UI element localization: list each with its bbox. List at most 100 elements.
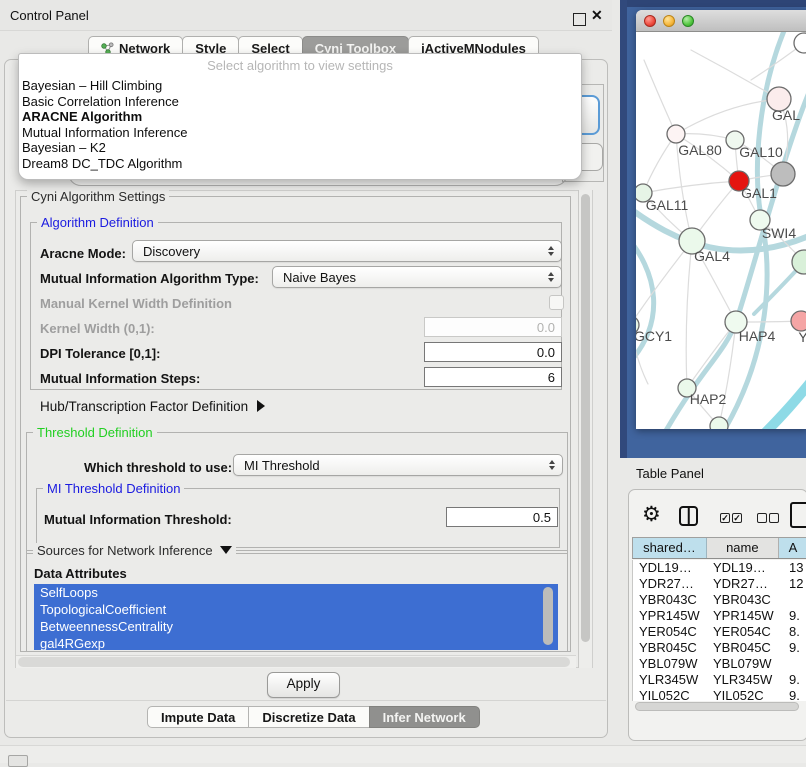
- table-scrollbar-thumb[interactable]: [635, 702, 799, 711]
- horizontal-scrollbar[interactable]: [16, 655, 576, 668]
- close-icon[interactable]: ✕: [591, 7, 603, 24]
- attribute-item-selfloops[interactable]: SelfLoops: [34, 584, 558, 601]
- attribute-item-gal4rgexp[interactable]: gal4RGexp: [34, 635, 558, 650]
- algorithm-list: Bayesian – Hill ClimbingBasic Correlatio…: [19, 78, 581, 171]
- table-cell: 9.: [783, 640, 806, 656]
- export-table-icon[interactable]: [790, 502, 806, 528]
- table-row[interactable]: YDR27…YDR27…12: [633, 576, 806, 592]
- mi-threshold-group-title: MI Threshold Definition: [43, 481, 184, 496]
- column-header-shared-[interactable]: shared…: [633, 538, 707, 558]
- bottom-tab-discretize-data[interactable]: Discretize Data: [248, 706, 369, 728]
- table-row[interactable]: YBR045CYBR045C9.: [633, 640, 806, 656]
- sources-group-title[interactable]: Sources for Network Inference: [33, 543, 236, 558]
- table-cell: 9.: [783, 688, 806, 701]
- bottom-strip: [0, 745, 806, 763]
- panel-dock-button[interactable]: [8, 755, 28, 767]
- close-traffic-light-icon[interactable]: [644, 15, 656, 27]
- deselect-all-checkbox-icon[interactable]: [757, 513, 767, 523]
- mi-steps-field[interactable]: 6: [424, 367, 562, 387]
- table-cell: YBL079W: [633, 656, 709, 672]
- apply-button[interactable]: Apply: [267, 672, 340, 698]
- algorithm-option-mutual-information-inference[interactable]: Mutual Information Inference: [19, 125, 581, 141]
- screen: Control Panel ✕ NetworkStyleSelectCyni T…: [0, 0, 806, 762]
- expand-right-icon: [257, 400, 265, 412]
- table-horizontal-scrollbar[interactable]: [633, 701, 806, 713]
- network-window-titlebar[interactable]: [636, 10, 806, 32]
- table-row[interactable]: YER054CYER054C8.: [633, 624, 806, 640]
- threshold-definition-title: Threshold Definition: [33, 425, 157, 440]
- algorithm-option-bayesian-k2[interactable]: Bayesian – K2: [19, 140, 581, 156]
- table-cell: YIL052C: [633, 688, 709, 701]
- mi-threshold-field[interactable]: 0.5: [446, 507, 558, 527]
- aracne-mode-select[interactable]: Discovery: [132, 240, 562, 262]
- aracne-mode-value: Discovery: [143, 244, 200, 259]
- table-row[interactable]: YBR043CYBR043C: [633, 592, 806, 608]
- zoom-traffic-light-icon[interactable]: [682, 15, 694, 27]
- column-header-name[interactable]: name: [707, 538, 779, 558]
- network-node-gal80[interactable]: [667, 125, 685, 143]
- bottom-tab-impute-data[interactable]: Impute Data: [147, 706, 249, 728]
- bottom-tab-infer-network[interactable]: Infer Network: [369, 706, 480, 728]
- which-threshold-select[interactable]: MI Threshold: [233, 454, 563, 476]
- table-cell: YBR043C: [633, 592, 709, 608]
- table-header: shared…nameA: [632, 537, 806, 559]
- hub-section-toggle[interactable]: Hub/Transcription Factor Definition: [40, 399, 265, 414]
- table-row[interactable]: YPR145WYPR145W9.: [633, 608, 806, 624]
- select-all-checkbox-icon[interactable]: ✓: [732, 513, 742, 523]
- table-row[interactable]: YLR345WYLR345W9.: [633, 672, 806, 688]
- network-node-y[interactable]: [791, 311, 806, 331]
- mi-algorithm-type-value: Naive Bayes: [283, 270, 356, 285]
- table-row[interactable]: YIL052CYIL052C9.: [633, 688, 806, 701]
- table-row[interactable]: YDL19…YDL19…13: [633, 560, 806, 576]
- list-scrollbar-thumb[interactable]: [543, 587, 553, 645]
- table-cell: YBR045C: [633, 640, 709, 656]
- mi-threshold-label: Mutual Information Threshold:: [44, 512, 232, 527]
- show-columns-icon[interactable]: [679, 506, 698, 526]
- network-node[interactable]: [794, 33, 806, 53]
- kernel-width-field: 0.0: [424, 317, 562, 337]
- algorithm-dropdown-placeholder: Select algorithm to view settings: [19, 54, 581, 78]
- collapse-down-icon: [220, 546, 232, 554]
- network-canvas[interactable]: GALGAL80GAL10GAL1GAL11SWI4GAL4GCY1HAP4YH…: [636, 32, 806, 429]
- table-row[interactable]: YBL079WYBL079W: [633, 656, 806, 672]
- table-body: YDL19…YDL19…13YDR27…YDR27…12YBR043CYBR04…: [632, 560, 806, 701]
- network-node-label: HAP2: [690, 391, 727, 407]
- control-panel-titlebar: Control Panel ✕: [0, 0, 612, 31]
- network-node-label: GAL80: [678, 142, 722, 158]
- network-node-label: GAL11: [646, 197, 689, 213]
- algorithm-option-bayesian-hill-climbing[interactable]: Bayesian – Hill Climbing: [19, 78, 581, 94]
- vertical-scrollbar[interactable]: [578, 190, 592, 668]
- algorithm-option-aracne-algorithm[interactable]: ARACNE Algorithm: [19, 109, 581, 125]
- data-attributes-list[interactable]: SelfLoopsTopologicalCoefficientBetweenne…: [34, 584, 558, 650]
- network-node[interactable]: [771, 162, 795, 186]
- network-node[interactable]: [710, 417, 728, 429]
- table-cell: YLR345W: [633, 672, 709, 688]
- table-cell: YLR345W: [709, 672, 783, 688]
- algorithm-option-basic-correlation-inference[interactable]: Basic Correlation Inference: [19, 94, 581, 110]
- sources-title-text: Sources for Network Inference: [37, 543, 213, 558]
- mi-algorithm-type-select[interactable]: Naive Bayes: [272, 266, 562, 288]
- deselect-all-checkbox-icon[interactable]: [769, 513, 779, 523]
- table-cell: YER054C: [633, 624, 709, 640]
- select-all-checkbox-icon[interactable]: ✓: [720, 513, 730, 523]
- dpi-tolerance-label: DPI Tolerance [0,1]:: [40, 346, 160, 361]
- minimize-traffic-light-icon[interactable]: [663, 15, 675, 27]
- cyni-settings-group-title: Cyni Algorithm Settings: [27, 189, 169, 204]
- data-attributes-label: Data Attributes: [34, 566, 127, 581]
- table-cell: YPR145W: [709, 608, 783, 624]
- network-graph[interactable]: GALGAL80GAL10GAL1GAL11SWI4GAL4GCY1HAP4YH…: [636, 32, 806, 429]
- algorithm-option-dream8-dc-tdc-algorithm[interactable]: Dream8 DC_TDC Algorithm: [19, 156, 581, 172]
- float-window-icon[interactable]: [573, 13, 586, 26]
- table-cell: 9.: [783, 672, 806, 688]
- combo-arrows-icon: [548, 246, 554, 256]
- gear-icon[interactable]: ⚙: [642, 504, 661, 526]
- table-cell: YIL052C: [709, 688, 783, 701]
- dpi-tolerance-field[interactable]: 0.0: [424, 342, 562, 362]
- vertical-scrollbar-thumb[interactable]: [581, 194, 590, 642]
- table-cell: YPR145W: [633, 608, 709, 624]
- attribute-item-topologicalcoefficient[interactable]: TopologicalCoefficient: [34, 601, 558, 618]
- kernel-width-label: Kernel Width (0,1):: [40, 321, 155, 336]
- column-header-a[interactable]: A: [779, 538, 806, 558]
- attribute-item-betweennesscentrality[interactable]: BetweennessCentrality: [34, 618, 558, 635]
- horizontal-scrollbar-thumb[interactable]: [18, 657, 570, 667]
